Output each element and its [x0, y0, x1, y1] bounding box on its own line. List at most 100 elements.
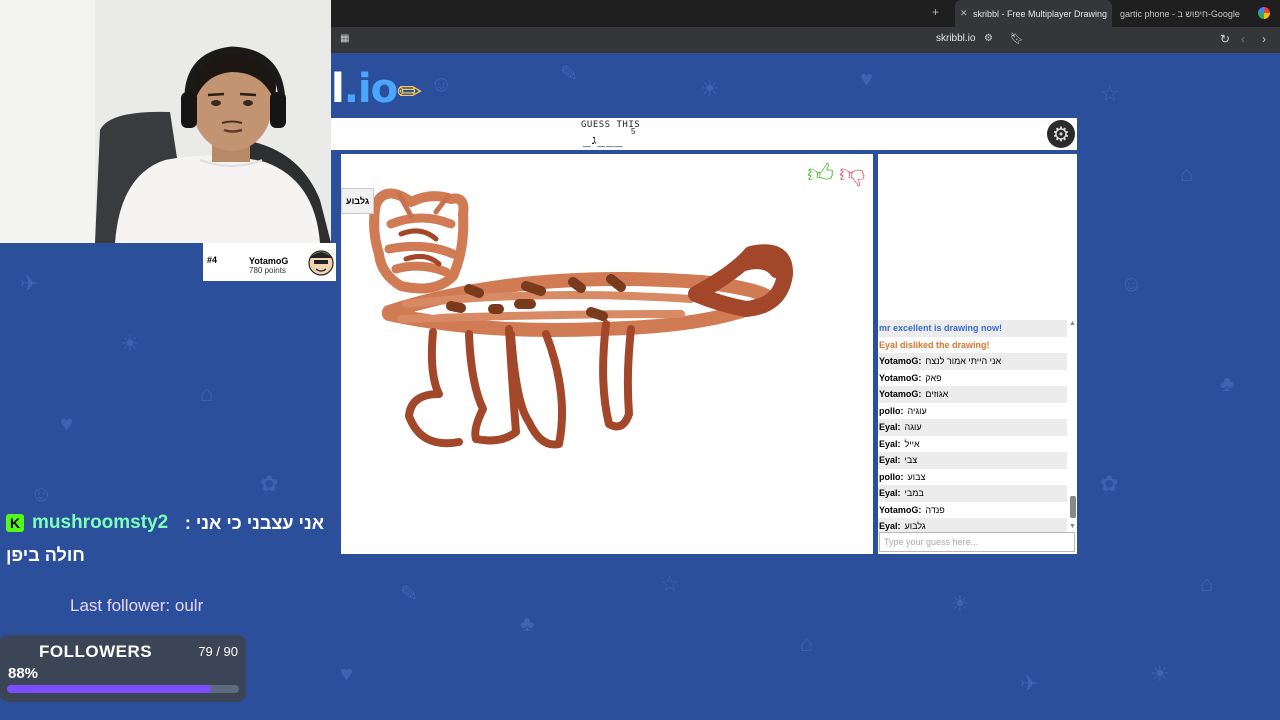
chat-message: YotamoG: אגוזים — [878, 386, 1067, 403]
chat-text: צבי — [904, 455, 918, 465]
chat-author: Eyal: — [879, 455, 901, 465]
site-settings-icon[interactable]: ⚙ — [984, 32, 993, 46]
doodle-icon: ☺ — [30, 481, 53, 506]
webcam-feed — [0, 0, 331, 243]
drawing-canvas[interactable]: 👍︎ 👎︎ — [341, 154, 873, 554]
url-text[interactable]: skribbl.io — [936, 33, 975, 44]
chat-message: Eyal: עוגה — [878, 419, 1067, 436]
doodle-icon: ☆ — [1100, 81, 1120, 106]
system-message-text: Eyal disliked the drawing! — [879, 339, 990, 350]
followers-title: FOLLOWERS — [39, 642, 153, 661]
word-tag: גלבוע — [341, 188, 375, 214]
logo-prefix: l — [331, 66, 345, 112]
thumbs-up-icon[interactable]: 👍︎ — [807, 158, 834, 189]
followers-progress-bar — [7, 685, 239, 693]
chat-text: עוגה — [904, 422, 922, 432]
chat-text: אני הייתי אמור לנצח — [925, 356, 1002, 366]
guess-letter-count: 5 — [631, 127, 636, 136]
chat-author: Eyal: — [879, 521, 901, 531]
player-points: 780 points — [249, 266, 286, 275]
close-tab-icon[interactable]: ✕ — [960, 8, 968, 19]
tab-title: gartic phone - חיפוש ב-Google — [1120, 8, 1240, 19]
chat-author: Eyal: — [879, 438, 901, 449]
doodle-icon: ⌂ — [1200, 571, 1214, 596]
doodle-icon: ♥ — [860, 66, 874, 91]
kick-badge-icon: K — [6, 514, 24, 532]
settings-gear-icon[interactable]: ⚙ — [1047, 120, 1075, 148]
overlay-chat-message-line2: חולה ביפן — [6, 545, 85, 565]
doodle-icon: ⌂ — [1180, 161, 1194, 186]
doodle-icon: ⌂ — [200, 381, 214, 406]
game-header: GUESS THIS 5 _ג___ ⚙ — [331, 118, 1077, 150]
drawing — [369, 188, 793, 449]
tab-skribbl[interactable]: ✕ skribbl - Free Multiplayer Drawing — [955, 0, 1112, 27]
chat-author: YotamoG: — [879, 389, 922, 399]
tab-search-icon[interactable]: ▦ — [340, 32, 349, 46]
followers-goal: FOLLOWERS 79 / 90 88% — [0, 635, 246, 702]
chat-text: במבי — [904, 488, 924, 498]
chat-message: YotamoG: אני הייתי אמור לנצח — [878, 353, 1067, 370]
chat-text: פנדה — [925, 504, 945, 515]
doodle-icon: ♥ — [60, 411, 74, 436]
player-card[interactable]: #4 YotamoG 780 points — [203, 243, 336, 281]
skribbl-logo: l.io✏︎ — [331, 66, 422, 112]
followers-percent: 88% — [8, 665, 39, 682]
chat-message: YotamoG: פאק — [878, 370, 1067, 387]
chat-author: YotamoG: — [879, 356, 922, 366]
logo-suffix: .io — [343, 66, 398, 112]
doodle-icon: ✈ — [1020, 671, 1039, 696]
followers-progress-fill — [7, 685, 212, 693]
chat-panel: mr excellent is drawing now! Eyal dislike… — [878, 154, 1077, 554]
chat-message: Eyal: אייל — [878, 436, 1067, 453]
scroll-down-icon[interactable]: ▼ — [1069, 523, 1076, 530]
doodle-icon: ✿ — [1100, 471, 1119, 496]
followers-count: 79 / 90 — [198, 644, 238, 659]
system-message-text: mr excellent is drawing now! — [879, 323, 1003, 333]
chat-text: עוגיה — [907, 405, 927, 416]
chat-message: Eyal: צבי — [878, 452, 1067, 469]
doodle-icon: ☀ — [120, 331, 140, 356]
tab-gartic[interactable]: gartic phone - חיפוש ב-Google — [1120, 0, 1250, 27]
chat-list: mr excellent is drawing now! Eyal dislike… — [878, 320, 1067, 535]
doodle-icon: ☀ — [1150, 661, 1170, 686]
scroll-thumb[interactable] — [1070, 496, 1076, 518]
doodle-icon: ✎ — [560, 61, 579, 86]
doodle-icon: ✈ — [20, 271, 39, 296]
last-follower: Last follower: oulr — [70, 596, 204, 615]
word-hint: _ג___ — [583, 133, 624, 148]
doodle-icon: ☀ — [700, 76, 720, 101]
forward-icon[interactable]: › — [1262, 32, 1266, 46]
thumbs-down-icon[interactable]: 👎︎ — [839, 158, 865, 189]
reload-icon[interactable]: ↻ — [1220, 32, 1230, 46]
overlay-chat-user: mushroomsty2 — [32, 512, 169, 533]
chat-author: YotamoG: — [879, 504, 922, 515]
doodle-icon: ✿ — [260, 471, 279, 496]
doodle-icon: ♣ — [1220, 371, 1235, 396]
chat-text: פאק — [925, 372, 942, 383]
chat-message: pollo: צבוע — [878, 469, 1067, 486]
chat-author: YotamoG: — [879, 372, 922, 383]
bookmark-icon[interactable]: 🔖︎ — [1010, 32, 1024, 46]
overlay-chat-message: אני עצבני כי אני : — [184, 513, 324, 533]
tab-title: skribbl - Free Multiplayer Drawing — [973, 8, 1108, 19]
chat-scrollbar[interactable]: ▲ ▼ — [1069, 320, 1077, 530]
doodle-icon: ♣ — [520, 611, 535, 636]
chat-author: Eyal: — [879, 422, 901, 432]
chat-text: צבוע — [907, 471, 926, 482]
webcam-image — [0, 0, 331, 243]
chat-message: mr excellent is drawing now! — [878, 320, 1067, 337]
doodle-icon: ✎ — [400, 581, 419, 606]
doodle-icon: ☀ — [950, 591, 970, 616]
new-tab-icon[interactable]: + — [932, 5, 939, 19]
google-icon — [1258, 7, 1270, 19]
chat-message: YotamoG: פנדה — [878, 502, 1067, 519]
scroll-up-icon[interactable]: ▲ — [1069, 320, 1076, 327]
chat-text: אגוזים — [925, 389, 949, 399]
chat-text: גלבוע — [904, 521, 926, 531]
back-icon[interactable]: ‹ — [1241, 32, 1245, 46]
chat-message: pollo: עוגיה — [878, 403, 1067, 420]
guess-input[interactable] — [879, 532, 1075, 552]
chat-author: Eyal: — [879, 488, 901, 498]
chat-author: pollo: — [879, 405, 904, 416]
doodle-icon: ☺ — [1120, 271, 1143, 296]
